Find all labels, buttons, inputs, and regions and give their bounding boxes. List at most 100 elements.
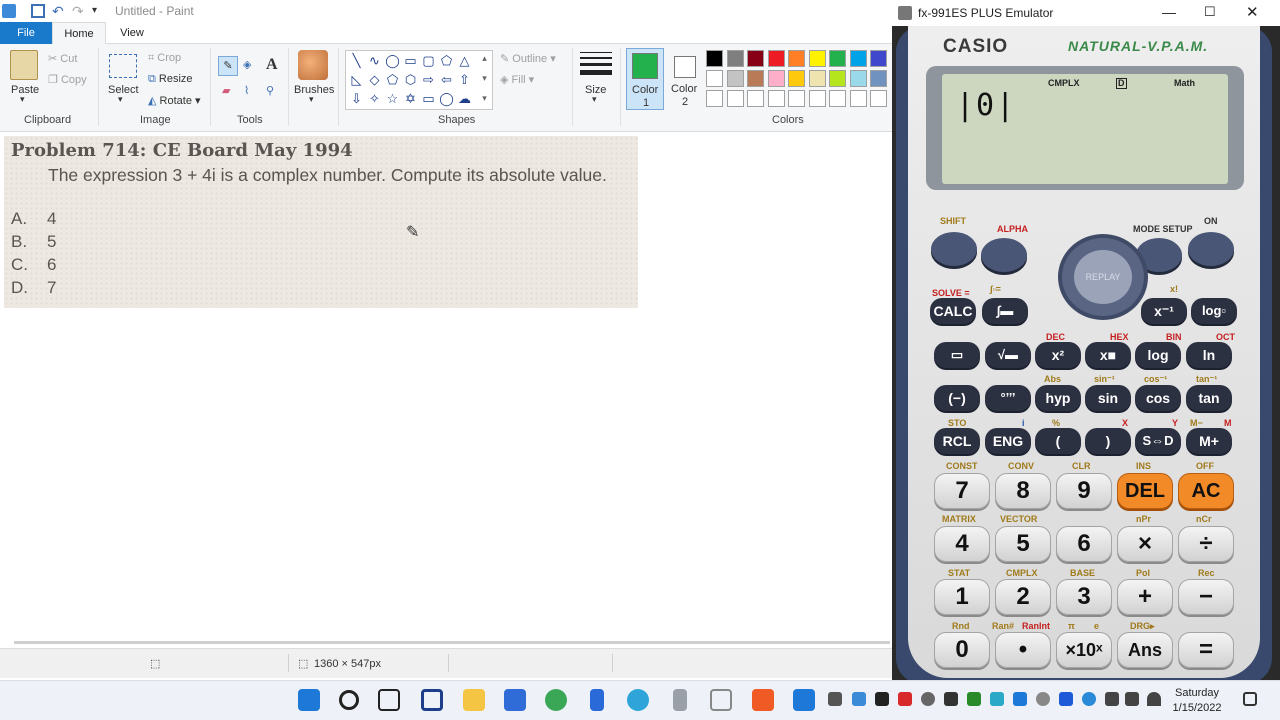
palette-swatch[interactable] (726, 90, 744, 107)
log-base-key[interactable]: log▫ (1191, 298, 1237, 324)
fill-bucket-icon[interactable]: ◈ (243, 58, 251, 71)
divide-key[interactable]: ÷ (1178, 526, 1234, 562)
rcl-key[interactable]: RCL (934, 428, 980, 454)
palette-swatch[interactable] (849, 90, 867, 107)
tray-sync-2-icon[interactable] (1082, 692, 1096, 706)
calc-key[interactable]: CALC (930, 298, 976, 324)
size-icon[interactable] (580, 52, 612, 75)
tan-key[interactable]: tan (1186, 385, 1232, 411)
crop-button[interactable]: ⌗ Crop (148, 52, 181, 65)
undo-icon[interactable]: ↶ (52, 4, 66, 18)
palette-swatch[interactable] (870, 50, 887, 67)
hyp-key[interactable]: hyp (1035, 385, 1081, 411)
sqrt-key[interactable]: √▬ (985, 342, 1031, 368)
minimize-icon[interactable]: — (1162, 4, 1176, 20)
shift-key[interactable] (931, 232, 977, 266)
alpha-key[interactable] (981, 238, 1027, 272)
log-key[interactable]: log (1135, 342, 1181, 368)
tray-network-icon[interactable] (990, 692, 1004, 706)
tray-app-icon[interactable] (852, 692, 866, 706)
calculator-emulator-icon[interactable] (673, 689, 687, 711)
brushes-dropdown-icon[interactable]: ▾ (309, 94, 314, 105)
ans-key[interactable]: Ans (1117, 632, 1173, 668)
integral-key[interactable]: ∫▬ (982, 298, 1028, 324)
brushes-icon[interactable] (298, 50, 328, 80)
snipping-tool-icon[interactable] (710, 689, 732, 711)
start-icon[interactable] (298, 689, 320, 711)
key-1[interactable]: 1 (934, 579, 990, 615)
ac-key[interactable]: AC (1178, 473, 1234, 509)
palette-swatch[interactable] (849, 70, 867, 87)
pentagon-shape-icon[interactable]: ⬠ (384, 73, 401, 87)
palette-swatch[interactable] (767, 90, 785, 107)
five-point-star-shape-icon[interactable]: ☆ (384, 92, 401, 106)
tray-shield-icon[interactable] (921, 692, 935, 706)
customize-toolbar-icon[interactable]: ▾ (92, 4, 106, 18)
palette-swatch[interactable] (767, 50, 785, 67)
diamond-shape-icon[interactable]: ◇ (366, 73, 383, 87)
file-explorer-icon[interactable] (463, 689, 485, 711)
six-point-star-shape-icon[interactable]: ✡ (402, 92, 419, 106)
palette-swatch[interactable] (726, 70, 744, 87)
paste-icon[interactable] (10, 50, 38, 80)
degree-key[interactable]: °’’’ (985, 385, 1031, 411)
four-point-star-shape-icon[interactable]: ✧ (366, 92, 383, 106)
curve-shape-icon[interactable]: ∿ (366, 54, 383, 68)
oval-shape-icon[interactable]: ◯ (384, 54, 401, 68)
key-4[interactable]: 4 (934, 526, 990, 562)
palette-swatch[interactable] (808, 50, 826, 67)
callout-oval-shape-icon[interactable]: ◯ (438, 92, 455, 106)
eng-key[interactable]: ENG (985, 428, 1031, 454)
palette-swatch[interactable] (788, 70, 805, 87)
pencil-icon[interactable]: ✎ (218, 56, 238, 76)
key-3[interactable]: 3 (1056, 579, 1112, 615)
polygon-shape-icon[interactable]: ⬠ (438, 54, 455, 68)
plus-key[interactable]: + (1117, 579, 1173, 615)
x-inverse-key[interactable]: x⁻¹ (1141, 298, 1187, 324)
palette-swatch[interactable] (870, 70, 887, 87)
equals-key[interactable]: = (1178, 632, 1234, 668)
paste-button[interactable]: Paste (11, 84, 39, 96)
eraser-icon[interactable]: ▰ (222, 84, 230, 97)
battery-icon[interactable] (1105, 692, 1119, 706)
tray-monitor-icon[interactable] (828, 692, 842, 706)
palette-swatch[interactable] (829, 90, 846, 107)
cut-button[interactable]: ✂ Cut (48, 52, 77, 65)
close-icon[interactable]: ✕ (1246, 3, 1259, 21)
rectangle-shape-icon[interactable]: ▭ (402, 54, 419, 68)
fraction-key[interactable]: ▭ (934, 342, 980, 368)
cos-key[interactable]: cos (1135, 385, 1181, 411)
x-power-key[interactable]: x■ (1085, 342, 1131, 368)
palette-swatch[interactable] (747, 70, 764, 87)
palette-swatch[interactable] (747, 50, 764, 67)
tab-home[interactable]: Home (52, 22, 106, 45)
palette-swatch[interactable] (808, 90, 826, 107)
fill-button[interactable]: ◈ Fill ▾ (500, 73, 534, 86)
tray-terminal-icon[interactable] (875, 692, 889, 706)
resize-button[interactable]: ⧉ Resize (148, 73, 193, 86)
text-icon[interactable]: A (266, 56, 278, 74)
tray-cloud-icon[interactable] (1036, 692, 1050, 706)
palette-swatch[interactable] (747, 90, 764, 107)
select-dropdown-icon[interactable]: ▾ (118, 94, 123, 105)
tab-file[interactable]: File (0, 22, 52, 44)
widgets-icon[interactable] (421, 689, 443, 711)
outline-button[interactable]: ✎ Outline ▾ (500, 52, 556, 65)
down-arrow-shape-icon[interactable]: ⇩ (348, 92, 365, 106)
x-squared-key[interactable]: x² (1035, 342, 1081, 368)
wifi-icon[interactable] (1147, 692, 1161, 706)
line-shape-icon[interactable]: ╲ (348, 54, 365, 68)
tab-view[interactable]: View (106, 22, 158, 44)
paint-app-icon[interactable] (793, 689, 815, 711)
palette-swatch[interactable] (849, 50, 867, 67)
problem-image[interactable]: Problem 714: CE Board May 1994 The expre… (4, 136, 638, 308)
palette-swatch[interactable] (788, 50, 805, 67)
color2-button[interactable]: Color 2 (668, 48, 702, 110)
key-2[interactable]: 2 (995, 579, 1051, 615)
maximize-icon[interactable]: ☐ (1204, 4, 1216, 20)
magnifier-icon[interactable]: ⚲ (266, 84, 274, 97)
paint-canvas-area[interactable]: Problem 714: CE Board May 1994 The expre… (0, 133, 892, 645)
palette-swatch[interactable] (829, 50, 846, 67)
palette-swatch[interactable] (726, 50, 744, 67)
key-9[interactable]: 9 (1056, 473, 1112, 509)
